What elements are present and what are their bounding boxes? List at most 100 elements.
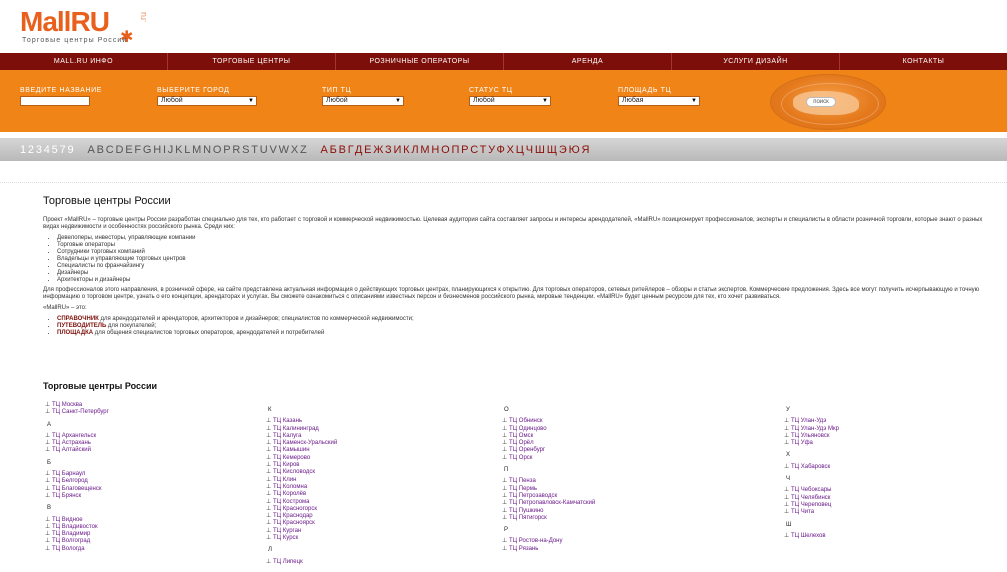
city-link[interactable]: ⊥ ТЦ Кострома [266, 499, 337, 506]
nav-contacts[interactable]: Контакты [840, 53, 1007, 70]
city-link[interactable]: ⊥ ТЦ Владивосток [45, 524, 109, 531]
mall-icon: ⊥ [784, 425, 790, 432]
list-item: Сотрудники торговых компаний [57, 249, 998, 256]
city-link[interactable]: ⊥ ТЦ Челябинск [784, 495, 839, 502]
city-link[interactable]: ⊥ ТЦ Кисловодск [266, 469, 337, 476]
city-link[interactable]: ⊥ ТЦ Белгород [45, 478, 109, 485]
city-link[interactable]: ⊥ ТЦ Пенза [502, 478, 595, 485]
nav-rent[interactable]: Аренда [504, 53, 672, 70]
cities-column-3: О ⊥ ТЦ Обнинск ⊥ ТЦ Одинцово ⊥ ТЦ Омск ⊥ ТЦ Орёл… [502, 402, 595, 553]
city-link[interactable]: ⊥ ТЦ Липецк [266, 559, 337, 566]
city-link-label: ТЦ Челябинск [791, 494, 831, 501]
city-link[interactable]: ⊥ ТЦ Краснодар [266, 513, 337, 520]
city-link-label: ТЦ Владивосток [52, 523, 98, 530]
city-link[interactable]: ⊥ ТЦ Обнинск [502, 418, 595, 425]
city-link[interactable]: ⊥ ТЦ Курск [266, 535, 337, 542]
nav-services[interactable]: Услуги дизайн [672, 53, 840, 70]
city-select[interactable]: Любой ▼ [157, 96, 257, 106]
city-link[interactable]: ⊥ ТЦ Курган [266, 528, 337, 535]
mall-icon: ⊥ [266, 558, 272, 565]
city-letter-heading: Л [268, 547, 272, 554]
city-link[interactable]: ⊥ ТЦ Уфа [784, 440, 839, 447]
nav-info[interactable]: Mall.ru инфо [0, 53, 168, 70]
alphabet-latin[interactable]: ABCDEFGHIJKLMNOPRSTUVWXZ [87, 144, 308, 156]
site-logo[interactable]: MallRU .ru ✱ Торговые центры России [20, 8, 148, 48]
mall-icon: ⊥ [784, 494, 790, 501]
type-select[interactable]: Любой ▼ [322, 96, 404, 106]
city-link[interactable]: ⊥ ТЦ Вологда [45, 546, 109, 553]
nav-retailers[interactable]: Розничные операторы [336, 53, 504, 70]
city-field: Выберите город Любой ▼ [157, 87, 257, 106]
mall-icon: ⊥ [266, 476, 272, 483]
city-link[interactable]: ⊥ ТЦ Королёв [266, 491, 337, 498]
city-link[interactable]: ⊥ ТЦ Камышин [266, 447, 337, 454]
city-link-label: ТЦ Краснодар [273, 513, 313, 520]
city-link[interactable]: ⊥ ТЦ Рязань [502, 546, 595, 553]
name-search-input[interactable] [20, 96, 90, 106]
city-letter-heading: К [268, 407, 272, 413]
city-link-label: ТЦ Санкт-Петербург [52, 409, 109, 416]
city-link[interactable]: ⊥ ТЦ Хабаровск [784, 464, 839, 471]
city-link[interactable]: ⊥ ТЦ Шелехов [784, 533, 839, 540]
city-link[interactable]: ⊥ ТЦ Одинцово [502, 426, 595, 433]
city-link[interactable]: ⊥ ТЦ Архангельск [45, 433, 109, 440]
list-item: Дизайнеры [57, 270, 998, 277]
city-link[interactable]: ⊥ ТЦ Орёл [502, 440, 595, 447]
city-link-label: ТЦ Курск [273, 535, 299, 542]
city-link-label: ТЦ Кострома [273, 498, 310, 505]
alphabet-cyrillic[interactable]: АБВГДЕЖЗИКЛМНОПРСТУФХЦЧШЩЭЮЯ [321, 144, 592, 156]
city-link[interactable]: ⊥ ТЦ Омск [502, 433, 595, 440]
city-link[interactable]: ⊥ ТЦ Кемерово [266, 455, 337, 462]
city-link[interactable]: ⊥ ТЦ Владимир [45, 531, 109, 538]
city-link[interactable]: ⊥ ТЦ Ульяновск [784, 433, 839, 440]
mall-icon: ⊥ [266, 527, 272, 534]
city-link[interactable]: ⊥ ТЦ Волгоград [45, 538, 109, 545]
mall-icon: ⊥ [502, 418, 508, 425]
city-link[interactable]: ⊥ ТЦ Череповец [784, 502, 839, 509]
mall-icon: ⊥ [266, 418, 272, 425]
city-link[interactable]: ⊥ ТЦ Киров [266, 462, 337, 469]
mall-icon: ⊥ [266, 469, 272, 476]
city-link[interactable]: ⊥ ТЦ Коломна [266, 484, 337, 491]
city-link[interactable]: ⊥ ТЦ Пятигорск [502, 515, 595, 522]
area-select[interactable]: Любая ▼ [618, 96, 700, 106]
city-link[interactable]: ⊥ ТЦ Алтайский [45, 447, 109, 454]
cities-column-2: К ⊥ ТЦ Казань ⊥ ТЦ Калининград ⊥ ТЦ Калуга ⊥ ТЦ … [266, 402, 337, 566]
mall-icon: ⊥ [502, 514, 508, 521]
city-link[interactable]: ⊥ ТЦ Клин [266, 477, 337, 484]
city-link[interactable]: ⊥ ТЦ Чита [784, 509, 839, 516]
city-link[interactable]: ⊥ ТЦ Орск [502, 455, 595, 462]
city-link[interactable]: ⊥ ТЦ Улан-Удэ [784, 418, 839, 425]
alphabet-digits[interactable]: 1234579 [20, 144, 75, 156]
city-link[interactable]: ⊥ ТЦ Ростов-на-Дону [502, 538, 595, 545]
city-link[interactable]: ⊥ ТЦ Улан-Удэ Мкр [784, 426, 839, 433]
city-link-label: ТЦ Пермь [509, 485, 538, 492]
city-link[interactable]: ⊥ ТЦ Оренбург [502, 447, 595, 454]
status-select[interactable]: Любой ▼ [469, 96, 551, 106]
city-link[interactable]: ⊥ ТЦ Пушкино [502, 508, 595, 515]
city-link[interactable]: ⊥ ТЦ Петропавловск-Камчатский [502, 500, 595, 507]
city-link[interactable]: ⊥ ТЦ Санкт-Петербург [45, 409, 109, 416]
city-link[interactable]: ⊥ ТЦ Калининград [266, 426, 337, 433]
logo-domain: .ru [138, 12, 148, 23]
city-link[interactable]: ⊥ ТЦ Красногорск [266, 506, 337, 513]
city-link[interactable]: ⊥ ТЦ Благовещенск [45, 486, 109, 493]
search-button[interactable]: поиск [806, 97, 836, 107]
main-content: Торговые центры России Проект «MallRU» –… [43, 195, 998, 340]
city-link[interactable]: ⊥ ТЦ Красноярск [266, 520, 337, 527]
nav-malls[interactable]: Торговые центры [168, 53, 336, 70]
city-link[interactable]: ⊥ ТЦ Пермь [502, 486, 595, 493]
city-link[interactable]: ⊥ ТЦ Чебоксары [784, 487, 839, 494]
page-title: Торговые центры России [43, 195, 171, 207]
city-link[interactable]: ⊥ ТЦ Барнаул [45, 471, 109, 478]
city-link[interactable]: ⊥ ТЦ Казань [266, 418, 337, 425]
list-item: Архитекторы и дизайнеры [57, 277, 998, 284]
city-link[interactable]: ⊥ ТЦ Каменск-Уральский [266, 440, 337, 447]
cities-column-1: ⊥ ТЦ Москва ⊥ ТЦ Санкт-Петербург А ⊥ ТЦ Арханг… [45, 402, 109, 553]
type-field: Тип ТЦ Любой ▼ [322, 87, 404, 106]
city-link[interactable]: ⊥ ТЦ Брянск [45, 493, 109, 500]
city-link-label: ТЦ Орёл [509, 440, 534, 447]
city-link[interactable]: ⊥ ТЦ Москва [45, 402, 109, 409]
divider [0, 182, 1007, 183]
city-link[interactable]: ⊥ ТЦ Видное [45, 517, 109, 524]
